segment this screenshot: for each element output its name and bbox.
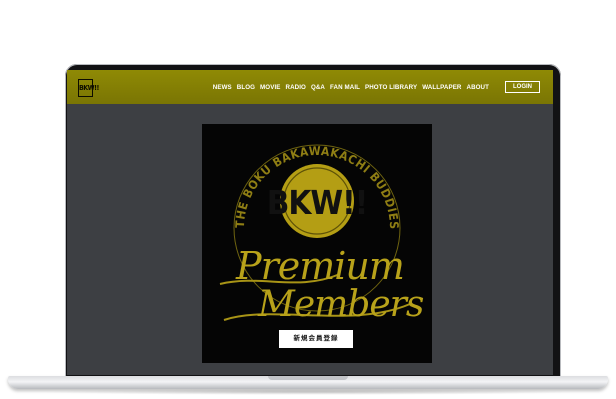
premium-members-banner: THE BOKU BAKAWAKACHI BUDDIES FAN CLUB BK… <box>202 124 432 363</box>
nav-item-radio[interactable]: RADIO <box>286 84 306 91</box>
nav-item-movie[interactable]: MOVIE <box>260 84 280 91</box>
nav-item-blog[interactable]: BLOG <box>237 84 255 91</box>
laptop-shadow <box>40 389 576 395</box>
laptop-notch <box>268 376 348 380</box>
emblem-coin-text: BKW!! <box>267 183 367 222</box>
nav-item-qa[interactable]: Q&A <box>311 84 325 91</box>
premium-members-emblem: THE BOKU BAKAWAKACHI BUDDIES FAN CLUB BK… <box>202 124 425 325</box>
nav-item-photo-library[interactable]: PHOTO LIBRARY <box>365 84 417 91</box>
laptop-screen: BKW!! NEWS BLOG MOVIE RADIO Q&A FAN MAIL… <box>67 70 553 375</box>
main-nav: NEWS BLOG MOVIE RADIO Q&A FAN MAIL PHOTO… <box>213 70 489 104</box>
nav-item-wallpaper[interactable]: WALLPAPER <box>422 84 461 91</box>
signup-button[interactable]: 新規会員登録 <box>279 330 353 348</box>
nav-item-about[interactable]: ABOUT <box>467 84 490 91</box>
script-members: Members <box>257 284 424 325</box>
nav-item-fan-mail[interactable]: FAN MAIL <box>330 84 360 91</box>
login-button[interactable]: LOGIN <box>505 81 540 93</box>
script-premium: Premium <box>235 244 404 288</box>
site-header: BKW!! NEWS BLOG MOVIE RADIO Q&A FAN MAIL… <box>67 70 553 104</box>
nav-item-news[interactable]: NEWS <box>213 84 232 91</box>
site-logo[interactable]: BKW!! <box>78 79 99 97</box>
